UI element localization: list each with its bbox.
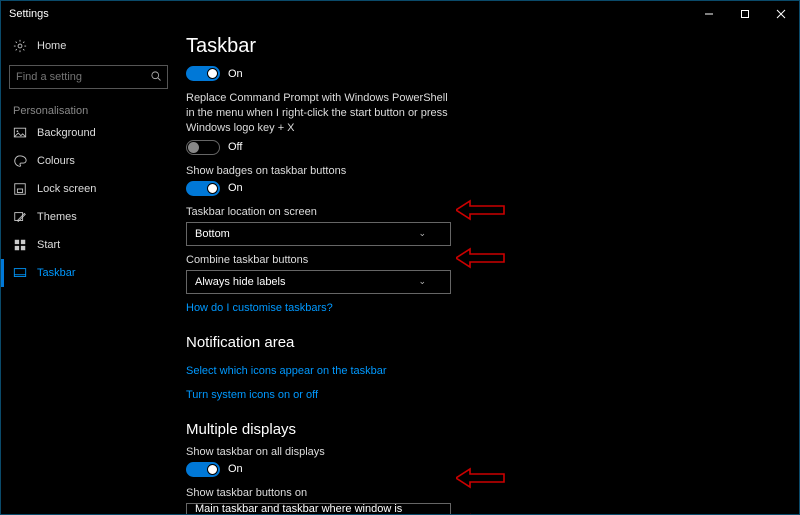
select-value: Main taskbar and taskbar where window is… [195, 503, 418, 514]
lock-icon [13, 182, 27, 196]
page-title: Taskbar [186, 35, 779, 58]
sidebar: Home Personalisation Background [1, 27, 176, 514]
window-controls [691, 1, 799, 27]
picture-icon [13, 126, 27, 140]
main-content[interactable]: Taskbar On Replace Command Prompt with W… [176, 27, 799, 514]
search-icon [150, 70, 162, 85]
toggle-multi-label: On [228, 463, 243, 475]
sidebar-item-taskbar[interactable]: Taskbar [1, 259, 176, 287]
sidebar-item-label: Background [37, 127, 96, 139]
toggle-top-row: On [186, 66, 779, 81]
sidebar-item-label: Themes [37, 211, 77, 223]
combine-label: Combine taskbar buttons [186, 254, 779, 266]
taskbar-icon [13, 266, 27, 280]
link-customise-taskbars[interactable]: How do I customise taskbars? [186, 302, 333, 314]
sidebar-item-label: Start [37, 239, 60, 251]
settings-window: Settings Home [0, 0, 800, 515]
nav-home-label: Home [37, 40, 66, 52]
sidebar-item-background[interactable]: Background [1, 119, 176, 147]
location-label: Taskbar location on screen [186, 206, 779, 218]
toggle-top-label: On [228, 68, 243, 80]
select-value: Always hide labels [195, 276, 286, 288]
gear-icon [13, 39, 27, 53]
select-value: Bottom [195, 228, 230, 240]
search-container [1, 59, 176, 99]
show-badges-label: Show badges on taskbar buttons [186, 165, 779, 177]
toggle-badges-label: On [228, 182, 243, 194]
sidebar-item-label: Lock screen [37, 183, 96, 195]
sidebar-item-label: Taskbar [37, 267, 76, 279]
chevron-down-icon: ⌄ [418, 228, 426, 239]
multi-show-label: Show taskbar on all displays [186, 446, 779, 458]
chevron-down-icon: ⌄ [418, 276, 426, 287]
minimize-button[interactable] [691, 1, 727, 27]
sidebar-group-label: Personalisation [1, 99, 176, 119]
title-bar: Settings [1, 1, 799, 27]
link-system-icons[interactable]: Turn system icons on or off [186, 389, 318, 401]
themes-icon [13, 210, 27, 224]
nav-home[interactable]: Home [1, 33, 176, 59]
select-show-buttons-on[interactable]: Main taskbar and taskbar where window is… [186, 503, 451, 514]
heading-notification-area: Notification area [186, 334, 779, 351]
palette-icon [13, 154, 27, 168]
maximize-button[interactable] [727, 1, 763, 27]
window-body: Home Personalisation Background [1, 27, 799, 514]
start-icon [13, 238, 27, 252]
replace-cmd-text: Replace Command Prompt with Windows Powe… [186, 91, 456, 136]
toggle-multi-row: On [186, 462, 779, 477]
toggle-top[interactable] [186, 66, 220, 81]
show-buttons-label: Show taskbar buttons on [186, 487, 779, 499]
close-button[interactable] [763, 1, 799, 27]
link-select-icons[interactable]: Select which icons appear on the taskbar [186, 365, 387, 377]
window-title: Settings [9, 8, 49, 20]
chevron-down-icon: ⌄ [418, 509, 426, 514]
sidebar-item-themes[interactable]: Themes [1, 203, 176, 231]
toggle-badges-row: On [186, 181, 779, 196]
sidebar-item-start[interactable]: Start [1, 231, 176, 259]
heading-multiple-displays: Multiple displays [186, 421, 779, 438]
search-input[interactable] [9, 65, 168, 89]
annotation-arrow-icon [456, 513, 506, 514]
sidebar-item-label: Colours [37, 155, 75, 167]
toggle-show-badges[interactable] [186, 181, 220, 196]
toggle-replace-label: Off [228, 141, 242, 153]
toggle-show-all-displays[interactable] [186, 462, 220, 477]
select-combine-buttons[interactable]: Always hide labels ⌄ [186, 270, 451, 294]
select-taskbar-location[interactable]: Bottom ⌄ [186, 222, 451, 246]
sidebar-item-colours[interactable]: Colours [1, 147, 176, 175]
toggle-replace-row: Off [186, 140, 779, 155]
toggle-replace-cmd[interactable] [186, 140, 220, 155]
sidebar-item-lockscreen[interactable]: Lock screen [1, 175, 176, 203]
